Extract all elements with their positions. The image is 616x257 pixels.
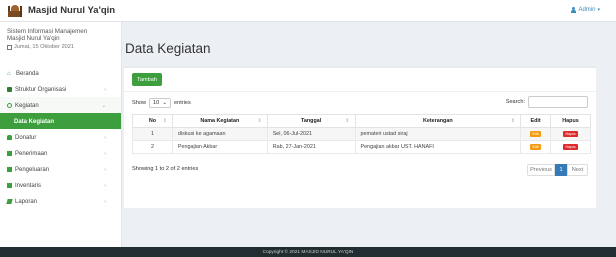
chevron-left-icon: ‹: [104, 198, 106, 205]
search-control: Search:: [506, 96, 588, 108]
top-navbar: Masjid Nurul Ya'qin Admin ▾: [0, 0, 616, 22]
column-header-keterangan[interactable]: Keterangan ⇕: [354, 114, 522, 128]
system-info-panel: Sistem Informasi Manajemen Masjid Nurul …: [0, 22, 121, 64]
delete-button[interactable]: Hapus: [563, 144, 579, 150]
sitemap-icon: [7, 87, 12, 92]
add-button[interactable]: Tambah: [132, 73, 162, 86]
cell-no: 1: [132, 127, 173, 141]
column-header-hapus: Hapus: [550, 114, 591, 128]
chevron-left-icon: ‹: [104, 134, 106, 141]
caret-down-icon: ▾: [597, 7, 600, 13]
cell-tanggal: Rab, 27-Jan-2021: [266, 140, 356, 154]
sidebar-menu: ⌂ Beranda Struktur Organisasi ‹ Kegiatan…: [0, 65, 121, 209]
sidebar-item-penerimaan[interactable]: Penerimaan ‹: [0, 145, 121, 161]
sidebar: Sistem Informasi Manajemen Masjid Nurul …: [0, 22, 122, 247]
table-row: 2 Pengajian Akbar Rab, 27-Jan-2021 Penga…: [132, 140, 591, 154]
cell-keterangan: pemateri ustad siraj: [354, 127, 522, 141]
entries-select[interactable]: 10 ⌄: [149, 98, 171, 108]
admin-label: Admin: [578, 7, 596, 13]
cell-edit: Edit: [520, 127, 552, 141]
cell-edit: Edit: [520, 140, 552, 154]
system-name-line1: Sistem Informasi Manajemen: [7, 28, 88, 35]
entries-label: entries: [174, 100, 191, 106]
footer: Copyright © 2021 MASJID NURUL YA'QIN: [0, 247, 616, 257]
brand-name: Masjid Nurul Ya'qin: [28, 5, 116, 16]
page-title: Data Kegiatan: [125, 41, 211, 56]
sort-icon: ⇕: [257, 118, 262, 124]
sidebar-item-pengeluaran[interactable]: Pengeluaran ‹: [0, 161, 121, 177]
column-header-no[interactable]: No ⇕: [132, 114, 173, 128]
divider: [124, 91, 596, 92]
cell-hapus: Hapus: [550, 140, 591, 154]
sidebar-item-inventaris[interactable]: Inventaris ‹: [0, 177, 121, 193]
chevron-left-icon: ‹: [104, 150, 106, 157]
book-icon: [6, 199, 13, 204]
sort-icon: ⇕: [345, 118, 350, 124]
main-content: Data Kegiatan Tambah Show 10 ⌄ entries S…: [122, 22, 616, 247]
chevron-left-icon: ‹: [104, 86, 106, 93]
sidebar-item-kegiatan[interactable]: Kegiatan ⌄: [0, 97, 121, 113]
cell-keterangan: Pengajian akbar UST. HANAFI: [354, 140, 522, 154]
sidebar-item-label: Struktur Organisasi: [15, 86, 67, 93]
sort-icon: ⇕: [510, 118, 516, 124]
brand[interactable]: Masjid Nurul Ya'qin: [0, 0, 122, 22]
cell-nama: diskusi ke agamaan: [171, 127, 268, 141]
entries-length-control: Show 10 ⌄ entries: [132, 98, 191, 108]
sort-icon: ⇕: [162, 118, 167, 124]
mosque-logo-icon: [8, 4, 22, 17]
search-label: Search:: [505, 99, 525, 105]
sidebar-item-donatur[interactable]: Donatur ‹: [0, 129, 121, 145]
gear-icon: [7, 103, 12, 108]
table-info: Showing 1 to 2 of 2 entries: [132, 166, 199, 172]
pagination: Previous 1 Next: [527, 164, 588, 176]
pagination-next[interactable]: Next: [567, 164, 588, 176]
cell-no: 2: [132, 140, 173, 154]
sidebar-item-label: Inventaris: [15, 182, 42, 189]
sidebar-item-beranda[interactable]: ⌂ Beranda: [0, 65, 121, 81]
sidebar-item-data-kegiatan[interactable]: Data Kegiatan: [0, 113, 121, 129]
sidebar-item-label: Pengeluaran: [15, 166, 50, 173]
column-header-nama[interactable]: Nama Kegiatan ⇕: [171, 114, 268, 128]
column-header-tanggal[interactable]: Tanggal ⇕: [266, 114, 356, 128]
cell-tanggal: Sel, 06-Jul-2021: [266, 127, 356, 141]
entries-value: 10: [153, 100, 160, 106]
inventory-icon: [7, 183, 12, 188]
folder-icon: [7, 151, 12, 156]
calendar-icon: [7, 44, 12, 50]
pagination-page-1[interactable]: 1: [555, 164, 567, 176]
edit-button[interactable]: Edit: [530, 131, 542, 137]
sidebar-item-label: Kegiatan: [15, 102, 39, 109]
chevron-left-icon: ‹: [104, 182, 106, 189]
folder-open-icon: [7, 167, 12, 172]
data-box: Tambah Show 10 ⌄ entries Search: No ⇕ Nam…: [124, 66, 596, 208]
home-icon: ⌂: [7, 70, 11, 77]
user-icon: [571, 7, 577, 13]
cell-nama: Pengajian Akbar: [171, 140, 268, 154]
column-header-edit: Edit: [520, 114, 552, 128]
sidebar-item-label: Beranda: [16, 70, 39, 77]
show-label: Show: [132, 100, 146, 106]
sidebar-item-label: Laporan: [15, 198, 38, 205]
chevron-left-icon: ‹: [104, 166, 106, 173]
delete-button[interactable]: Hapus: [563, 131, 579, 137]
chevron-down-icon: ⌄: [162, 100, 167, 106]
sidebar-item-label: Penerimaan: [15, 150, 48, 157]
table-header-row: No ⇕ Nama Kegiatan ⇕ Tanggal ⇕ Keterangan ⇕ …: [132, 114, 591, 128]
edit-button[interactable]: Edit: [530, 144, 542, 150]
sidebar-item-label: Data Kegiatan: [14, 118, 55, 125]
current-date: Jumat, 15 Oktober 2021: [7, 44, 114, 50]
admin-menu[interactable]: Admin ▾: [571, 7, 600, 13]
sidebar-item-struktur-organisasi[interactable]: Struktur Organisasi ‹: [0, 81, 121, 97]
table-row: 1 diskusi ke agamaan Sel, 06-Jul-2021 pe…: [132, 127, 591, 141]
search-input[interactable]: [528, 96, 588, 108]
sidebar-item-label: Donatur: [15, 134, 37, 141]
chevron-down-icon: ⌄: [101, 102, 106, 109]
pagination-previous[interactable]: Previous: [527, 164, 555, 176]
cell-hapus: Hapus: [550, 127, 591, 141]
kegiatan-table: No ⇕ Nama Kegiatan ⇕ Tanggal ⇕ Keterangan ⇕ …: [132, 114, 591, 154]
date-text: Jumat, 15 Oktober 2021: [14, 44, 75, 50]
system-name-line2: Masjid Nurul Ya'qin: [7, 35, 60, 42]
sidebar-item-laporan[interactable]: Laporan ‹: [0, 193, 121, 209]
users-icon: [7, 135, 12, 140]
